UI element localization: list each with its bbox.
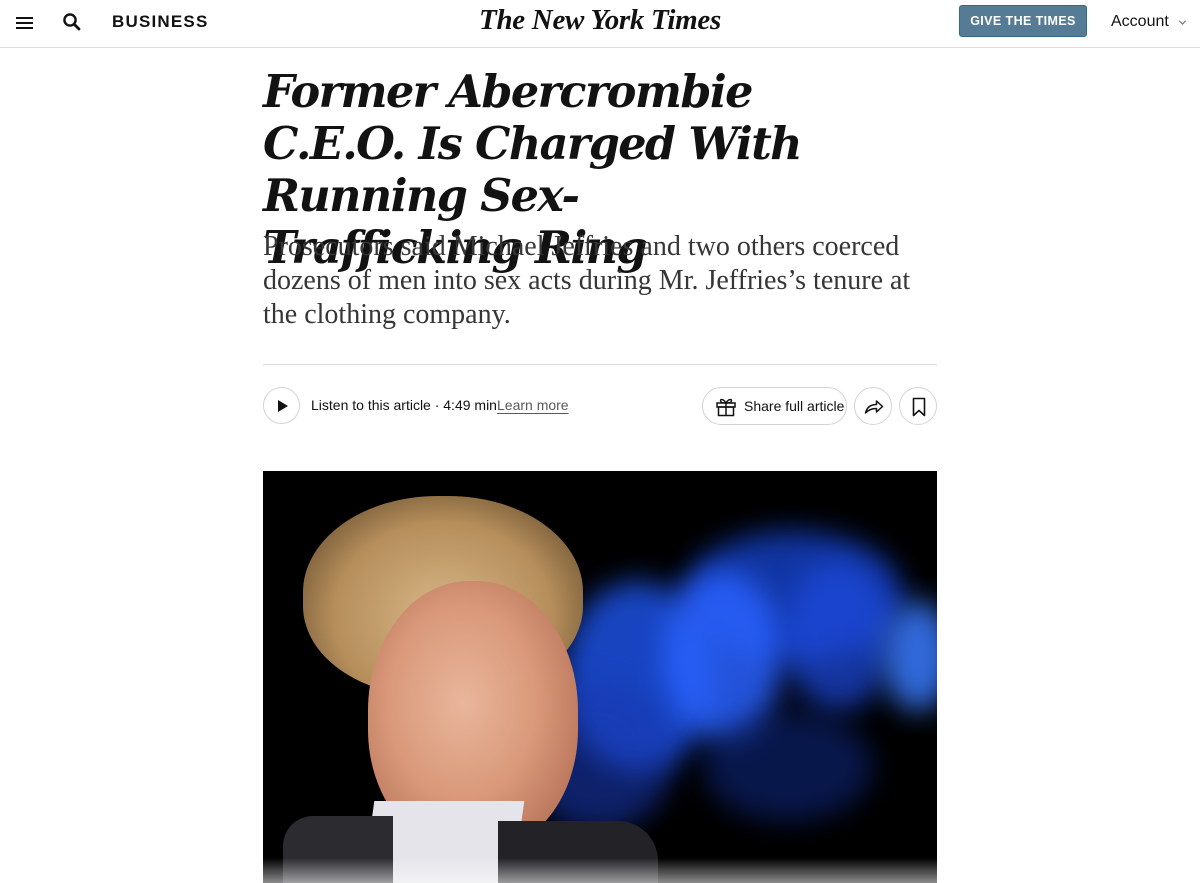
play-icon bbox=[278, 400, 288, 412]
bookmark-icon bbox=[912, 397, 926, 417]
bokeh-light bbox=[783, 561, 893, 711]
gift-icon bbox=[716, 398, 736, 417]
divider bbox=[263, 364, 937, 365]
give-the-times-button[interactable]: GIVE THE TIMES bbox=[959, 5, 1087, 37]
share-button[interactable] bbox=[854, 387, 892, 425]
subject-suit bbox=[498, 821, 658, 883]
article-summary: Prosecutors said Michael Jeffries and tw… bbox=[263, 231, 911, 330]
account-label: Account bbox=[1111, 13, 1169, 30]
lead-photo bbox=[263, 471, 937, 883]
listen-label: Listen to this article · 4:49 min bbox=[311, 397, 497, 413]
play-audio-button[interactable] bbox=[263, 387, 300, 424]
account-menu[interactable]: Account bbox=[1111, 13, 1187, 31]
subject-suit bbox=[283, 816, 393, 883]
share-full-article-button[interactable]: Share full article bbox=[702, 387, 847, 425]
logo-text[interactable]: The New York Times bbox=[479, 4, 721, 36]
save-bookmark-button[interactable] bbox=[899, 387, 937, 425]
learn-more-link[interactable]: Learn more bbox=[497, 397, 569, 413]
share-full-article-label: Share full article bbox=[744, 398, 845, 414]
share-arrow-icon bbox=[864, 400, 884, 414]
bokeh-light bbox=[703, 711, 873, 821]
masthead: BUSINESS The New York Times GIVE THE TIM… bbox=[0, 0, 1200, 48]
chevron-down-icon bbox=[1178, 19, 1186, 25]
